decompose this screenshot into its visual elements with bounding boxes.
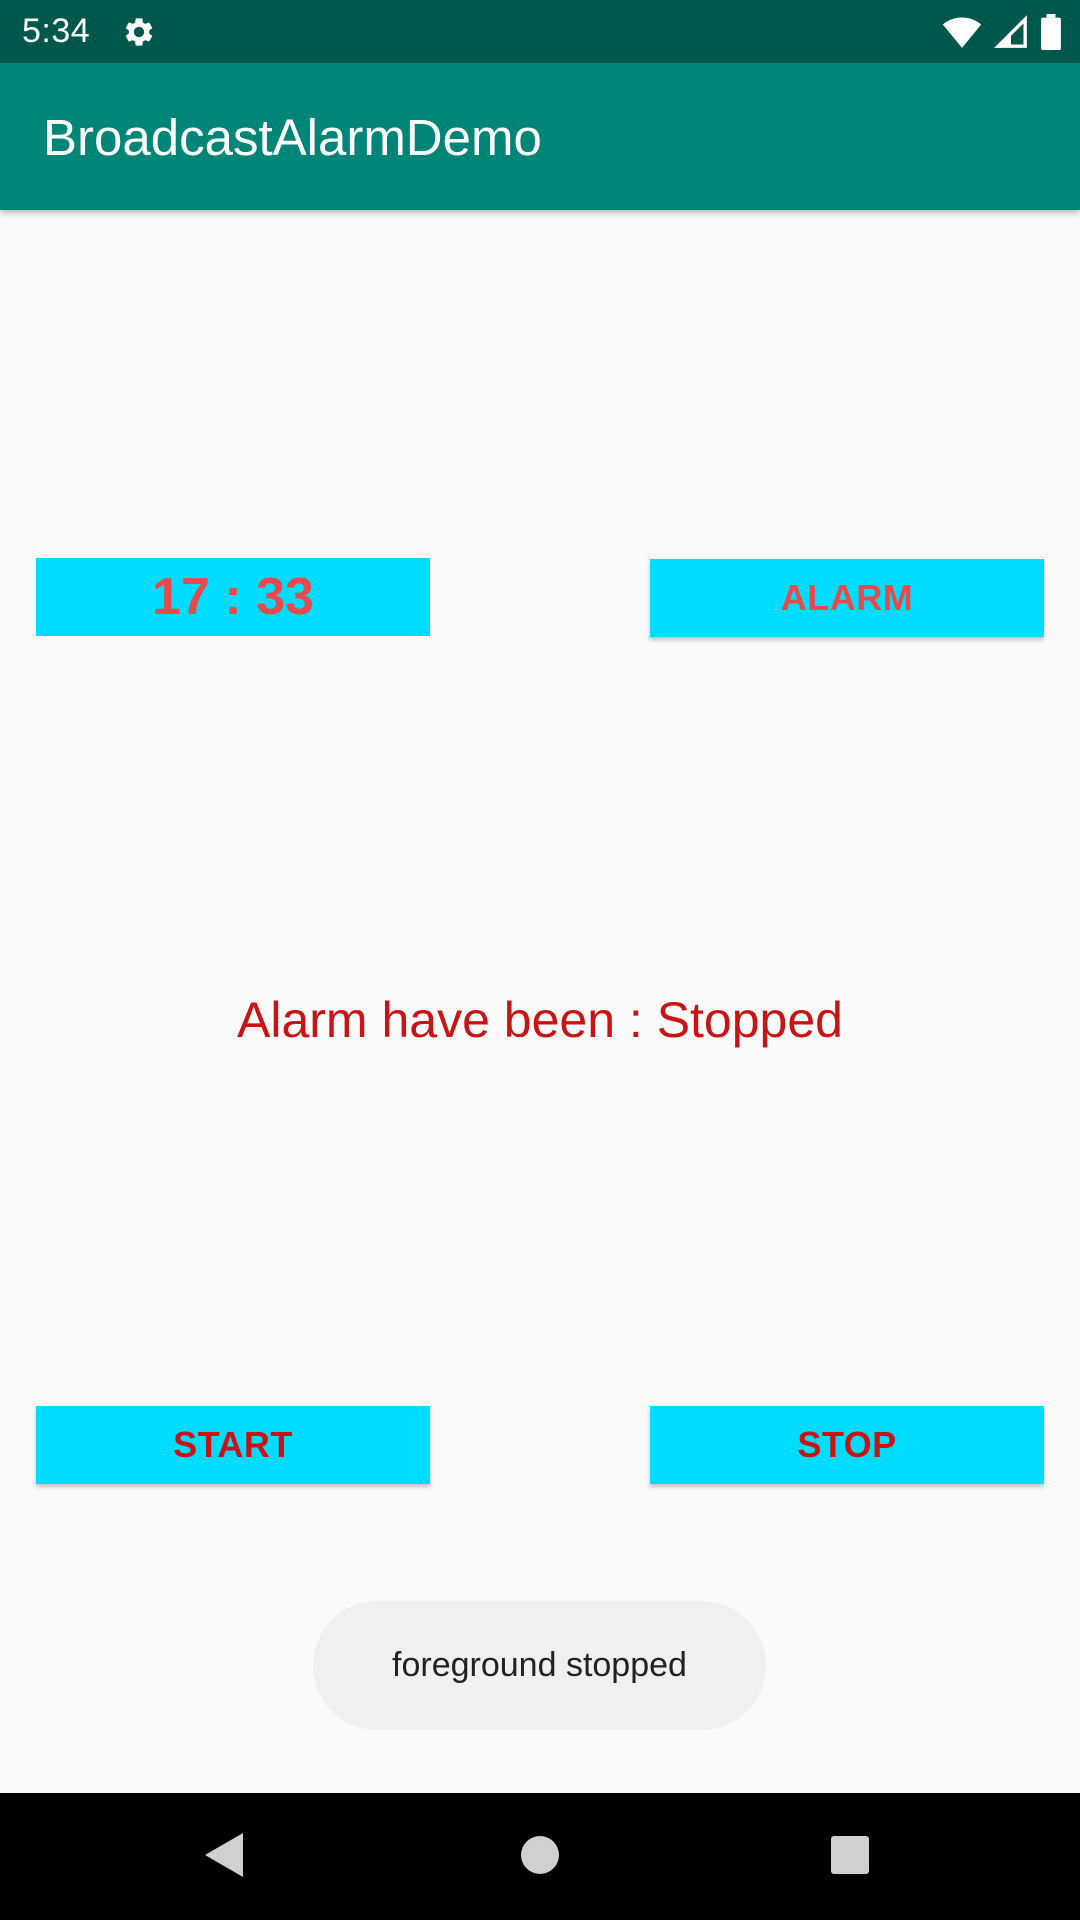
start-button[interactable]: START: [36, 1406, 430, 1484]
status-time: 5:34: [22, 12, 91, 50]
app-title: BroadcastAlarmDemo: [43, 109, 542, 166]
screen: 5:34 BroadcastAlarmDemo 17 : 33 ALARM Al…: [0, 0, 1080, 1920]
toast-message: foreground stopped: [313, 1601, 766, 1730]
home-icon: [521, 1836, 559, 1874]
wifi-icon: [942, 17, 982, 48]
stop-button[interactable]: STOP: [650, 1406, 1044, 1484]
battery-icon: [1041, 14, 1061, 50]
status-bar: 5:34: [0, 0, 1080, 63]
navigation-bar: [0, 1793, 1080, 1920]
recents-button[interactable]: [820, 1825, 880, 1885]
signal-icon: [994, 15, 1027, 48]
alarm-button[interactable]: ALARM: [650, 559, 1044, 637]
back-button[interactable]: [195, 1825, 255, 1885]
recents-icon: [831, 1836, 869, 1874]
time-display: 17 : 33: [36, 558, 430, 636]
status-icons: [942, 12, 1062, 52]
gear-icon: [125, 18, 153, 46]
back-icon: [205, 1833, 243, 1877]
app-bar: BroadcastAlarmDemo: [0, 63, 1080, 210]
home-button[interactable]: [510, 1825, 570, 1885]
alarm-status-message: Alarm have been : Stopped: [237, 992, 843, 1048]
